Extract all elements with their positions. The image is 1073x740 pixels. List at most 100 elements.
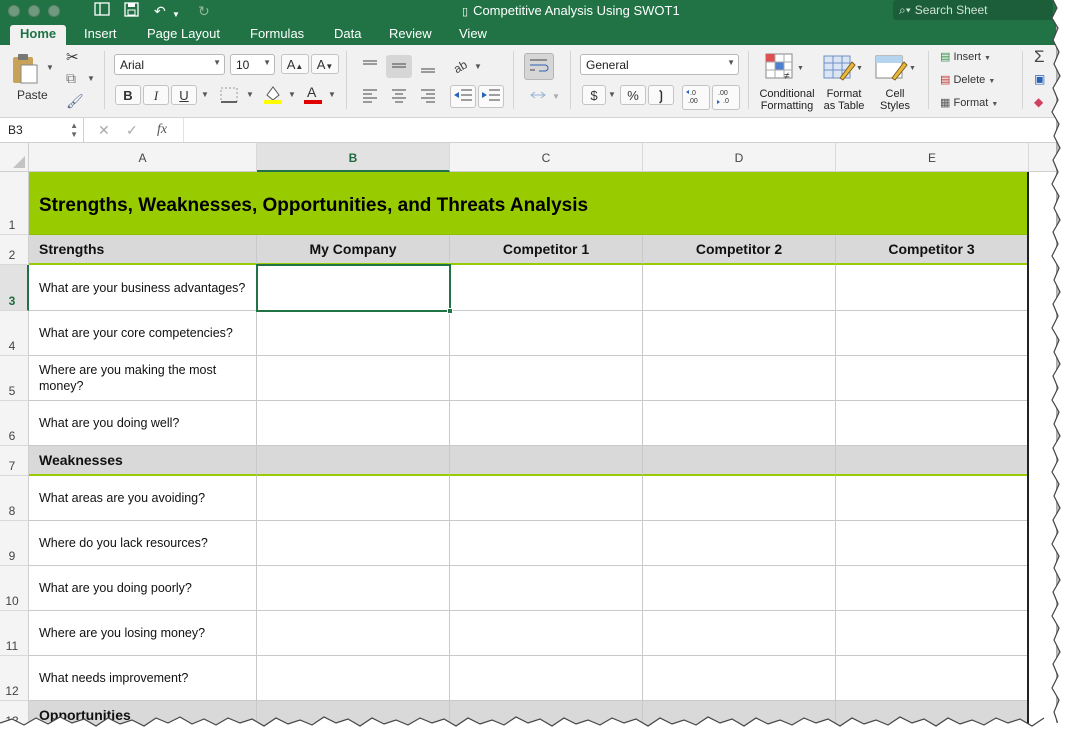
data-cell[interactable] bbox=[643, 401, 836, 446]
data-cell[interactable] bbox=[257, 311, 450, 356]
increase-indent-icon[interactable] bbox=[478, 85, 504, 108]
question-cell[interactable]: What areas are you avoiding? bbox=[29, 476, 257, 521]
tab-insert[interactable]: Insert bbox=[74, 25, 127, 45]
align-top-icon[interactable] bbox=[357, 55, 383, 78]
row-header-7[interactable]: 7 bbox=[0, 446, 29, 476]
currency-format-button[interactable]: $ bbox=[582, 85, 606, 105]
tab-view[interactable]: View bbox=[449, 25, 497, 45]
sidebar-toggle-icon[interactable] bbox=[94, 2, 110, 20]
data-cell[interactable] bbox=[450, 356, 643, 401]
cut-icon[interactable]: ✂ bbox=[66, 48, 79, 66]
select-all-button[interactable] bbox=[0, 143, 29, 172]
data-cell[interactable] bbox=[836, 401, 1028, 446]
data-cell[interactable] bbox=[257, 566, 450, 611]
my-company-header-cell[interactable]: My Company bbox=[257, 235, 450, 265]
paste-icon[interactable] bbox=[10, 53, 40, 88]
row-header-5[interactable]: 5 bbox=[0, 356, 29, 401]
question-cell[interactable]: What are your core competencies? bbox=[29, 311, 257, 356]
data-cell[interactable] bbox=[257, 611, 450, 656]
data-cell[interactable] bbox=[836, 566, 1028, 611]
font-size-select[interactable]: 10 ▼ bbox=[230, 54, 275, 75]
data-cell[interactable] bbox=[257, 356, 450, 401]
data-cell[interactable] bbox=[450, 401, 643, 446]
row-header-2[interactable]: 2 bbox=[0, 235, 29, 265]
question-cell[interactable]: What are you doing well? bbox=[29, 401, 257, 446]
insert-function-button[interactable]: fx bbox=[157, 122, 167, 138]
data-cell[interactable] bbox=[450, 265, 643, 311]
cancel-formula-icon[interactable]: ✕ bbox=[98, 122, 110, 139]
question-cell[interactable]: What are you doing poorly? bbox=[29, 566, 257, 611]
data-cell[interactable] bbox=[836, 611, 1028, 656]
data-cell[interactable] bbox=[643, 521, 836, 566]
section-cell[interactable] bbox=[450, 446, 643, 476]
column-header-b[interactable]: B bbox=[257, 143, 450, 172]
comma-style-button[interactable]: ❳ bbox=[648, 85, 674, 105]
underline-button[interactable]: U bbox=[171, 85, 197, 105]
insert-cells-button[interactable]: ▤ Insert ▼ bbox=[940, 50, 991, 63]
row-header-6[interactable]: 6 bbox=[0, 401, 29, 446]
question-cell[interactable]: Where are you making the most money? bbox=[29, 356, 257, 401]
fill-color-dropdown-icon[interactable]: ▼ bbox=[288, 90, 296, 99]
tab-formulas[interactable]: Formulas bbox=[240, 25, 314, 45]
data-cell[interactable] bbox=[836, 311, 1028, 356]
borders-dropdown-icon[interactable]: ▼ bbox=[246, 90, 254, 99]
data-cell[interactable] bbox=[257, 476, 450, 521]
weaknesses-header-cell[interactable]: Weaknesses bbox=[29, 446, 257, 476]
confirm-formula-icon[interactable]: ✓ bbox=[126, 122, 138, 139]
data-cell[interactable] bbox=[643, 566, 836, 611]
question-cell[interactable]: What are your business advantages? bbox=[29, 265, 257, 311]
sheet-title-cell[interactable]: Strengths, Weaknesses, Opportunities, an… bbox=[29, 172, 1027, 235]
data-cell[interactable] bbox=[450, 476, 643, 521]
column-header-c[interactable]: C bbox=[450, 143, 643, 172]
minimize-window-button[interactable] bbox=[28, 5, 40, 17]
search-sheet-input[interactable]: ⌕▾ Search Sheet bbox=[893, 0, 1053, 20]
data-cell[interactable] bbox=[643, 656, 836, 701]
row-header-4[interactable]: 4 bbox=[0, 311, 29, 356]
redo-icon[interactable]: ↻ bbox=[198, 2, 210, 20]
data-cell[interactable] bbox=[450, 611, 643, 656]
autosum-icon[interactable]: Σ bbox=[1034, 47, 1045, 67]
italic-button[interactable]: I bbox=[143, 85, 169, 105]
row-header-1[interactable]: 1 bbox=[0, 172, 29, 235]
cell-styles-icon[interactable]: ▼ bbox=[874, 52, 916, 87]
formula-input[interactable] bbox=[183, 118, 1056, 142]
data-cell[interactable] bbox=[450, 656, 643, 701]
data-cell[interactable] bbox=[643, 311, 836, 356]
decrease-font-size-button[interactable]: A▼ bbox=[311, 54, 339, 74]
align-middle-icon[interactable] bbox=[386, 55, 412, 78]
strengths-header-cell[interactable]: Strengths bbox=[29, 235, 257, 265]
conditional-formatting-icon[interactable]: ≠ ▼ bbox=[764, 52, 804, 87]
currency-dropdown-icon[interactable]: ▼ bbox=[608, 90, 616, 99]
question-cell[interactable]: Where do you lack resources? bbox=[29, 521, 257, 566]
fill-color-icon[interactable] bbox=[262, 83, 284, 108]
decrease-decimal-icon[interactable]: .00.0 bbox=[712, 85, 740, 110]
section-cell[interactable] bbox=[643, 446, 836, 476]
data-cell[interactable] bbox=[836, 521, 1028, 566]
format-cells-button[interactable]: ▦ Format ▼ bbox=[940, 96, 998, 109]
data-cell[interactable] bbox=[643, 265, 836, 311]
data-cell[interactable] bbox=[450, 521, 643, 566]
row-header-10[interactable]: 10 bbox=[0, 566, 29, 611]
increase-font-size-button[interactable]: A▲ bbox=[281, 54, 309, 74]
delete-cells-button[interactable]: ▤ Delete ▼ bbox=[940, 73, 995, 86]
data-cell[interactable] bbox=[836, 656, 1028, 701]
data-cell[interactable] bbox=[643, 356, 836, 401]
font-name-select[interactable]: Arial ▼ bbox=[114, 54, 225, 75]
tab-page-layout[interactable]: Page Layout bbox=[137, 25, 230, 45]
merge-center-icon[interactable]: ▼ bbox=[528, 87, 562, 106]
row-header-11[interactable]: 11 bbox=[0, 611, 29, 656]
tab-review[interactable]: Review bbox=[379, 25, 442, 45]
underline-dropdown-icon[interactable]: ▼ bbox=[201, 90, 209, 99]
align-right-icon[interactable] bbox=[415, 85, 441, 108]
font-color-icon[interactable]: A bbox=[302, 83, 324, 108]
row-header-9[interactable]: 9 bbox=[0, 521, 29, 566]
align-bottom-icon[interactable] bbox=[415, 55, 441, 78]
data-cell[interactable] bbox=[836, 476, 1028, 521]
bold-button[interactable]: B bbox=[115, 85, 141, 105]
section-cell[interactable] bbox=[836, 446, 1028, 476]
row-header-3[interactable]: 3 bbox=[0, 265, 29, 311]
align-left-icon[interactable] bbox=[357, 85, 383, 108]
format-as-table-icon[interactable]: ▼ bbox=[822, 52, 863, 87]
align-center-icon[interactable] bbox=[386, 85, 412, 108]
undo-icon[interactable]: ↶ bbox=[154, 2, 166, 20]
